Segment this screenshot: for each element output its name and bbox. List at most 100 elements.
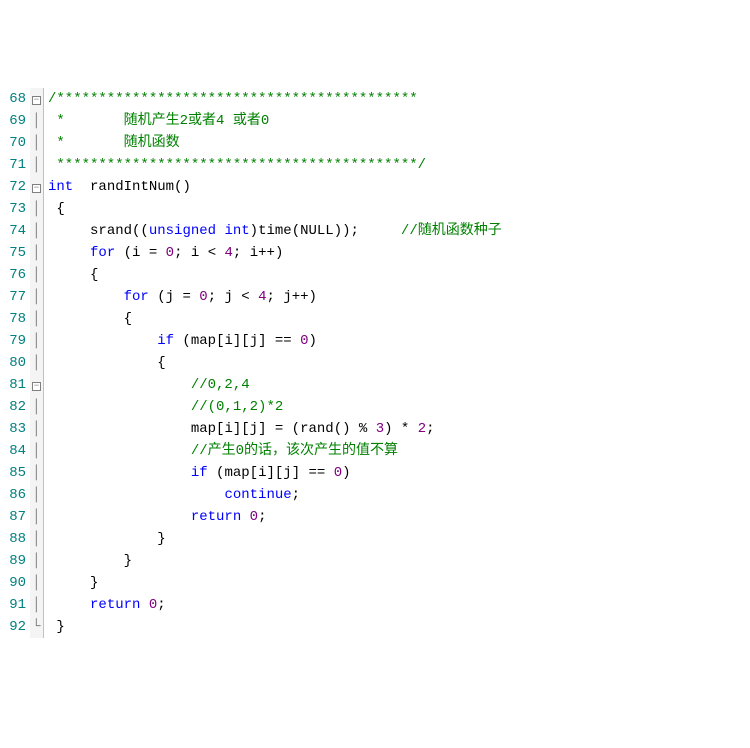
code-line[interactable]: } (48, 528, 502, 550)
fold-cell[interactable]: │ (30, 396, 43, 418)
token-op: = (140, 245, 165, 261)
fold-cell[interactable]: │ (30, 462, 43, 484)
token-op: { (48, 355, 166, 371)
code-line[interactable]: return 0; (48, 506, 502, 528)
fold-toggle-icon[interactable]: − (32, 184, 41, 193)
code-line[interactable]: if (map[i][j] == 0) (48, 462, 502, 484)
token-op: [ (250, 465, 258, 481)
code-line[interactable]: * 随机产生2或者4 或者0 (48, 110, 502, 132)
code-editor[interactable]: 6869707172737475767778798081828384858687… (0, 88, 750, 638)
code-line[interactable]: //(0,1,2)*2 (48, 396, 502, 418)
token-op: () % (334, 421, 376, 437)
code-line[interactable]: { (48, 198, 502, 220)
fold-cell[interactable]: − (30, 374, 43, 396)
fold-cell[interactable]: − (30, 88, 43, 110)
line-number: 85 (0, 462, 26, 484)
fold-cell[interactable]: │ (30, 506, 43, 528)
token-op: ; (426, 421, 434, 437)
code-line[interactable]: { (48, 308, 502, 330)
token-op: ] == (258, 333, 300, 349)
code-line[interactable]: for (i = 0; i < 4; i++) (48, 242, 502, 264)
fold-cell[interactable]: │ (30, 264, 43, 286)
code-line[interactable]: srand((unsigned int)time(NULL)); //随机函数种… (48, 220, 502, 242)
fold-cell[interactable]: │ (30, 484, 43, 506)
fold-gutter[interactable]: −│││−││││││││−││││││││││└ (30, 88, 44, 638)
token-op: ][ (233, 421, 250, 437)
token-num: 0 (250, 509, 258, 525)
token-op: (( (132, 223, 149, 239)
token-id: i (224, 421, 232, 437)
fold-cell[interactable]: − (30, 176, 43, 198)
code-line[interactable]: return 0; (48, 594, 502, 616)
code-line[interactable]: { (48, 264, 502, 286)
token-op: ; (174, 245, 191, 261)
code-line[interactable]: map[i][j] = (rand() % 3) * 2; (48, 418, 502, 440)
fold-line-icon: │ (32, 135, 40, 151)
code-line[interactable]: if (map[i][j] == 0) (48, 330, 502, 352)
fold-toggle-icon[interactable]: − (32, 96, 41, 105)
fold-cell[interactable]: │ (30, 286, 43, 308)
token-num: 4 (258, 289, 266, 305)
fold-toggle-icon[interactable]: − (32, 382, 41, 391)
fold-line-icon: │ (32, 575, 40, 591)
token-kw: for (124, 289, 149, 305)
code-line[interactable]: { (48, 352, 502, 374)
code-line[interactable]: for (j = 0; j < 4; j++) (48, 286, 502, 308)
fold-cell[interactable]: │ (30, 550, 43, 572)
fold-line-icon: │ (32, 465, 40, 481)
code-line[interactable]: } (48, 616, 502, 638)
fold-cell[interactable]: │ (30, 308, 43, 330)
fold-cell[interactable]: │ (30, 440, 43, 462)
token-cm: * 随机产生2或者4 或者0 (48, 113, 269, 129)
token-id: i (250, 245, 258, 261)
token-op: } (48, 553, 132, 569)
fold-cell[interactable]: │ (30, 154, 43, 176)
fold-cell[interactable]: │ (30, 132, 43, 154)
fold-line-icon: │ (32, 157, 40, 173)
code-line[interactable]: * 随机函数 (48, 132, 502, 154)
code-line[interactable]: continue; (48, 484, 502, 506)
code-line[interactable]: } (48, 550, 502, 572)
token-op (48, 487, 224, 503)
fold-cell[interactable]: │ (30, 110, 43, 132)
code-line[interactable]: //产生0的话，该次产生的值不算 (48, 440, 502, 462)
line-number: 74 (0, 220, 26, 242)
line-number: 79 (0, 330, 26, 352)
token-id: map (224, 465, 249, 481)
token-op: ( (149, 289, 166, 305)
token-op: ) (250, 223, 258, 239)
token-op: ( (115, 245, 132, 261)
code-line[interactable]: int randIntNum() (48, 176, 502, 198)
fold-cell[interactable]: │ (30, 594, 43, 616)
token-op: ++) (258, 245, 283, 261)
token-id: srand (90, 223, 132, 239)
fold-cell[interactable]: │ (30, 198, 43, 220)
fold-cell[interactable]: │ (30, 352, 43, 374)
token-id: time (258, 223, 292, 239)
fold-cell[interactable]: │ (30, 330, 43, 352)
token-op: ][ (266, 465, 283, 481)
token-id: randIntNum (90, 179, 174, 195)
fold-cell[interactable]: │ (30, 528, 43, 550)
fold-cell[interactable]: │ (30, 242, 43, 264)
token-tp: int (48, 179, 73, 195)
code-line[interactable]: //0,2,4 (48, 374, 502, 396)
line-number: 69 (0, 110, 26, 132)
fold-cell[interactable]: │ (30, 220, 43, 242)
fold-cell[interactable]: └ (30, 616, 43, 638)
token-kw: if (157, 333, 174, 349)
code-area[interactable]: /***************************************… (44, 88, 502, 638)
token-op: ; (258, 509, 266, 525)
fold-cell[interactable]: │ (30, 418, 43, 440)
token-op: ) * (384, 421, 418, 437)
code-line[interactable]: ****************************************… (48, 154, 502, 176)
code-line[interactable]: /***************************************… (48, 88, 502, 110)
token-op: ][ (233, 333, 250, 349)
token-op (48, 289, 124, 305)
token-op: ) (309, 333, 317, 349)
token-cm: //0,2,4 (191, 377, 250, 393)
token-id: j (283, 289, 291, 305)
fold-line-icon: │ (32, 597, 40, 613)
token-id: j (250, 421, 258, 437)
token-op: = (174, 289, 199, 305)
